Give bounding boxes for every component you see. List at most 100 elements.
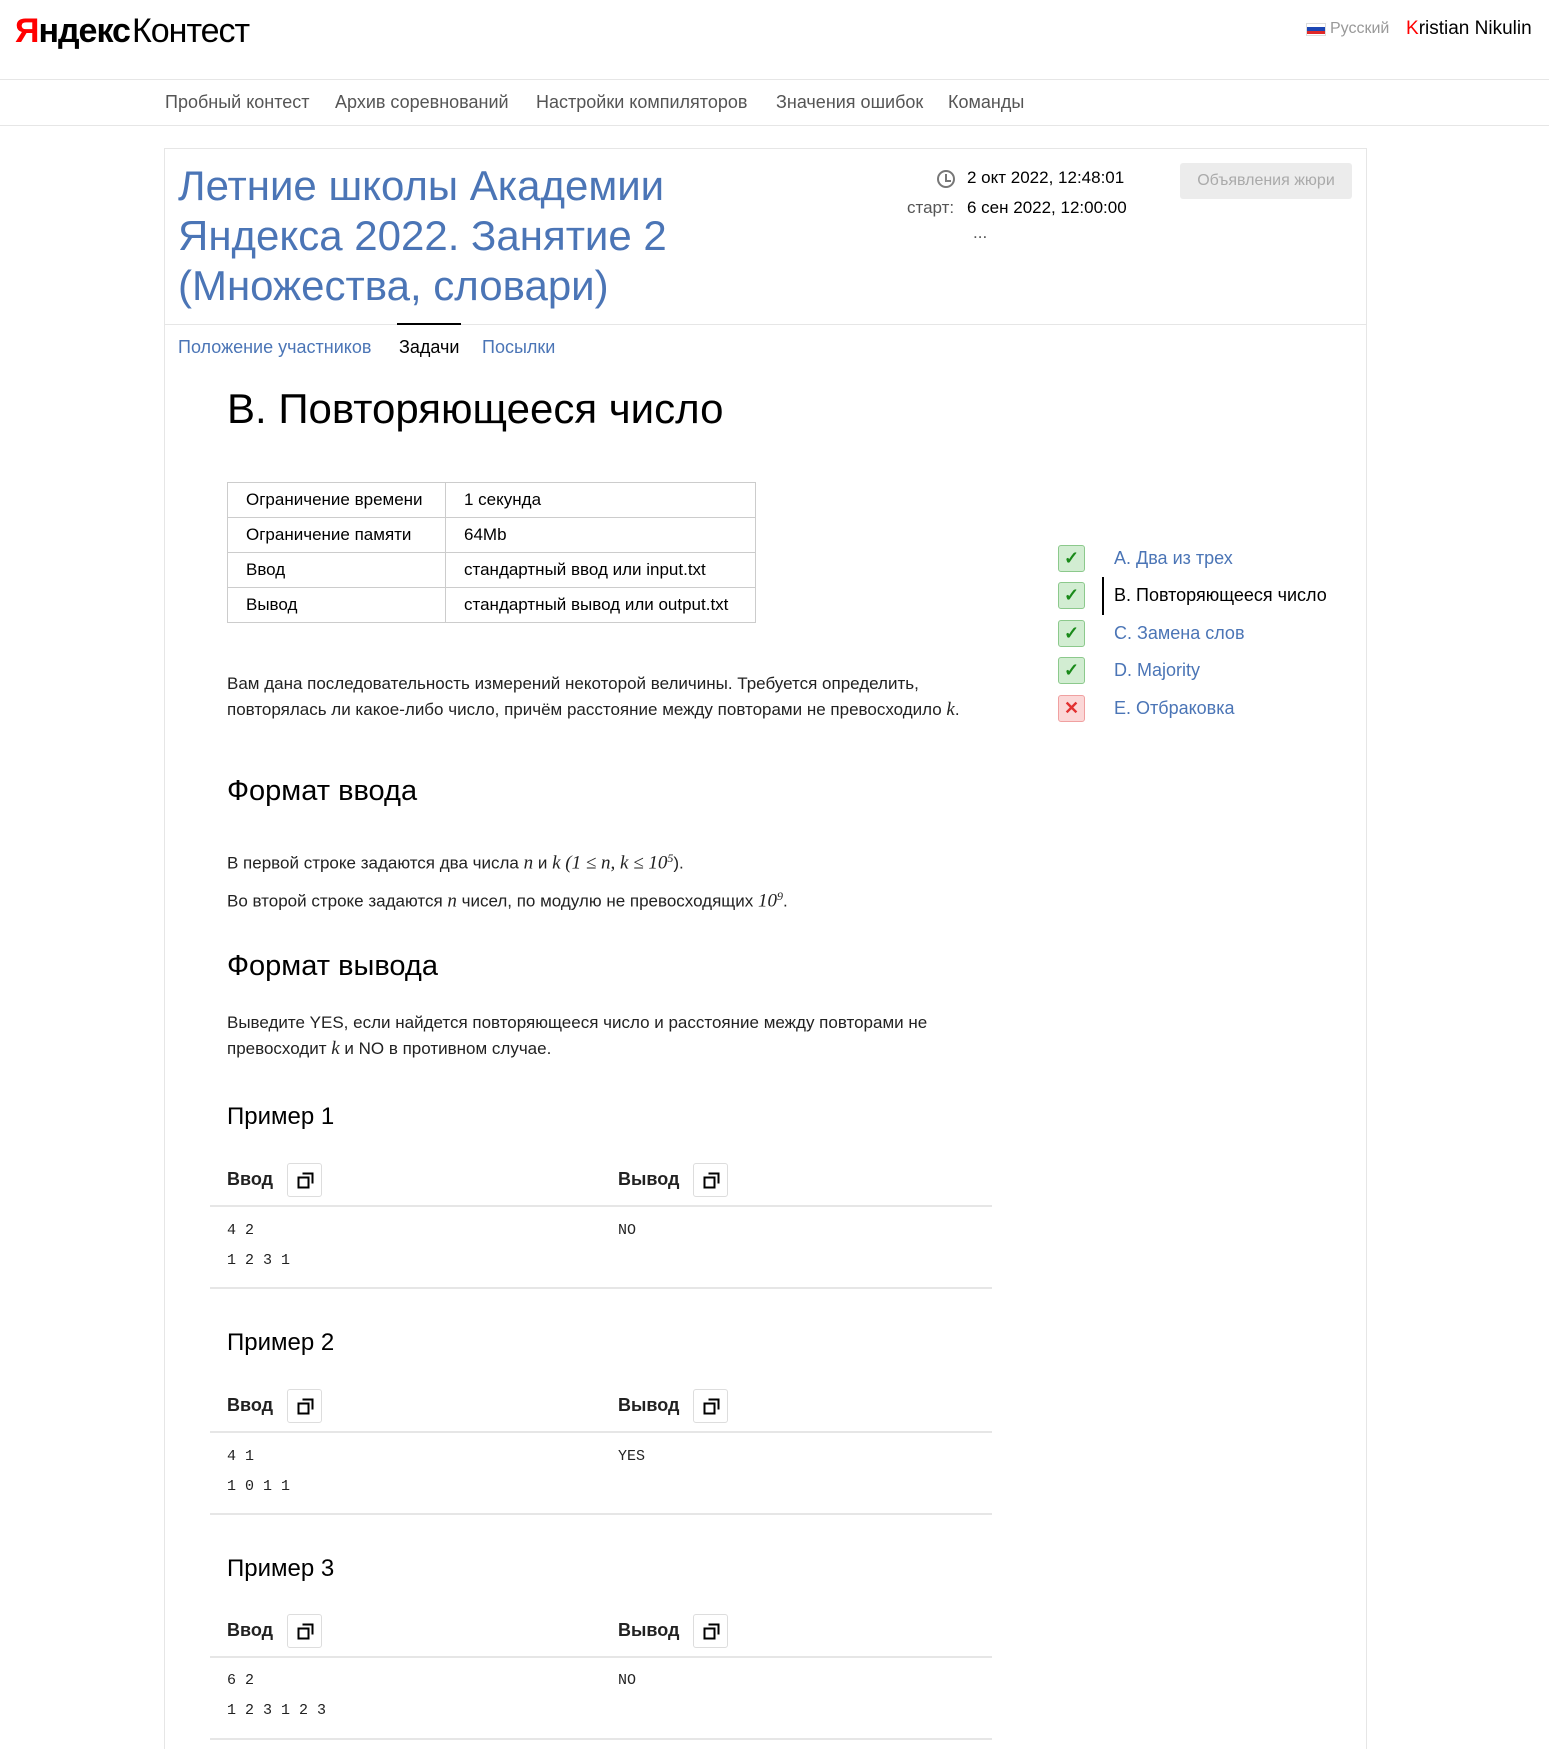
sample-divider [210, 1205, 992, 1207]
copy-icon [297, 1172, 314, 1189]
nav-compiler-settings[interactable]: Настройки компиляторов [536, 92, 747, 113]
limit-label: Вывод [227, 587, 446, 623]
limit-label: Ввод [227, 552, 446, 588]
check-icon: ✓ [1063, 660, 1080, 680]
limit-value: стандартный ввод или input.txt [445, 552, 756, 588]
example-output-label: Вывод [618, 1169, 680, 1189]
yandex-contest-logo[interactable]: ЯндексКонтест [15, 12, 250, 51]
sample-divider [210, 1656, 992, 1658]
check-icon: ✓ [1063, 548, 1080, 568]
timer-ellipsis[interactable]: ... [973, 223, 987, 243]
copy-output-button[interactable] [693, 1389, 728, 1423]
logo-product: Контест [131, 12, 250, 50]
contest-title[interactable]: Летние школы Академии Яндекса 2022. Заня… [178, 161, 738, 311]
example-title: Пример 2 [227, 1329, 335, 1356]
problem-link[interactable]: C. Замена слов [1114, 623, 1245, 644]
logo-ya: Я [15, 12, 39, 50]
example-input-label: Ввод [227, 1169, 274, 1189]
copy-icon [703, 1398, 720, 1415]
limit-label: Ограничение памяти [227, 517, 446, 553]
example-output-label: Вывод [618, 1395, 680, 1415]
limit-value: 1 секунда [445, 482, 756, 518]
nav-archive[interactable]: Архив соревнований [335, 92, 509, 113]
copy-output-button[interactable] [693, 1163, 728, 1197]
tab-submissions[interactable]: Посылки [482, 337, 555, 358]
nav-teams[interactable]: Команды [948, 92, 1024, 113]
limit-label: Ограничение времени [227, 482, 446, 518]
problem-statement: Вам дана последовательность измерений не… [227, 671, 960, 723]
nav-trial-contest[interactable]: Пробный контест [165, 92, 310, 113]
output-format-line: Выведите YES, если найдется повторяющеес… [227, 1013, 928, 1032]
example-input[interactable]: 6 2 1 2 3 1 2 3 [227, 1666, 326, 1726]
jury-announcements-button[interactable]: Объявления жюри [1180, 163, 1352, 199]
output-format-text: Выведите YES, если найдется повторяющеес… [227, 1010, 927, 1062]
problem-link[interactable]: B. Повторяющееся число [1114, 585, 1327, 606]
status-ok-badge: ✓ [1058, 582, 1085, 609]
example-output[interactable]: NO [618, 1216, 636, 1246]
cross-icon: ✕ [1063, 698, 1080, 718]
sample-divider [210, 1287, 992, 1289]
problem-title: B. Повторяющееся число [227, 385, 724, 432]
table-row: Ограничение памяти 64Mb [227, 517, 756, 553]
sample-divider [210, 1738, 992, 1740]
example-title: Пример 3 [227, 1555, 335, 1582]
output-format-heading: Формат вывода [227, 950, 438, 982]
problem-link[interactable]: E. Отбраковка [1114, 698, 1235, 719]
copy-icon [297, 1398, 314, 1415]
card-divider [165, 324, 1366, 325]
limit-value: стандартный вывод или output.txt [445, 587, 756, 623]
tab-standings[interactable]: Положение участников [178, 337, 371, 358]
russian-flag-icon [1306, 22, 1326, 36]
problem-link[interactable]: A. Два из трех [1114, 548, 1233, 569]
copy-icon [703, 1172, 720, 1189]
example-input[interactable]: 4 1 1 0 1 1 [227, 1442, 290, 1502]
sample-divider [210, 1513, 992, 1515]
language-switcher[interactable]: Русский [1306, 20, 1389, 38]
example-input-label: Ввод [227, 1395, 274, 1415]
check-icon: ✓ [1063, 585, 1080, 605]
input-format-text: В первой строке задаются два числа n и k… [227, 842, 788, 917]
example-input[interactable]: 4 2 1 2 3 1 [227, 1216, 290, 1276]
copy-input-button[interactable] [287, 1614, 322, 1648]
problem-link[interactable]: D. Majority [1114, 660, 1200, 681]
clock-icon [937, 170, 955, 188]
example-output[interactable]: NO [618, 1666, 636, 1696]
example-output[interactable]: YES [618, 1442, 645, 1472]
language-label: Русский [1330, 20, 1390, 37]
statement-line: повторялась ли какое-либо число, причём … [227, 699, 960, 720]
current-time: 2 окт 2022, 12:48:01 [967, 168, 1125, 187]
user-first-letter: K [1406, 18, 1419, 39]
active-tab-underline [397, 323, 461, 325]
active-problem-marker [1102, 577, 1104, 615]
nav-error-meanings[interactable]: Значения ошибок [776, 92, 923, 113]
tab-problems[interactable]: Задачи [399, 337, 459, 358]
copy-output-button[interactable] [693, 1614, 728, 1648]
statement-line: Вам дана последовательность измерений не… [227, 674, 919, 693]
table-row: Вывод стандартный вывод или output.txt [227, 587, 756, 623]
example-title: Пример 1 [227, 1103, 335, 1130]
table-row: Ввод стандартный ввод или input.txt [227, 552, 756, 588]
status-ok-badge: ✓ [1058, 620, 1085, 647]
status-fail-badge: ✕ [1058, 695, 1085, 722]
limit-value: 64Mb [445, 517, 756, 553]
example-output-label: Вывод [618, 1620, 680, 1640]
user-name-rest: ristian Nikulin [1418, 18, 1532, 39]
start-time: 6 сен 2022, 12:00:00 [967, 198, 1127, 217]
status-ok-badge: ✓ [1058, 657, 1085, 684]
logo-yandex: ндекс [38, 12, 131, 50]
input-format-line: В первой строке задаются два числа n и k… [227, 851, 684, 874]
top-header: ЯндексКонтест Русский Kristian Nikulin [0, 0, 1549, 80]
input-format-line: Во второй строке задаются n чисел, по мо… [227, 888, 788, 912]
user-name[interactable]: Kristian Nikulin [1406, 18, 1532, 40]
check-icon: ✓ [1063, 623, 1080, 643]
limits-table: Ограничение времени 1 секунда Ограничение… [227, 482, 756, 623]
copy-icon [703, 1623, 720, 1640]
output-format-line: превосходит k и NO в противном случае. [227, 1038, 552, 1059]
sample-divider [210, 1431, 992, 1433]
example-input-label: Ввод [227, 1620, 274, 1640]
copy-input-button[interactable] [287, 1389, 322, 1423]
table-row: Ограничение времени 1 секунда [227, 482, 756, 518]
copy-input-button[interactable] [287, 1163, 322, 1197]
copy-icon [297, 1623, 314, 1640]
input-format-heading: Формат ввода [227, 775, 418, 807]
